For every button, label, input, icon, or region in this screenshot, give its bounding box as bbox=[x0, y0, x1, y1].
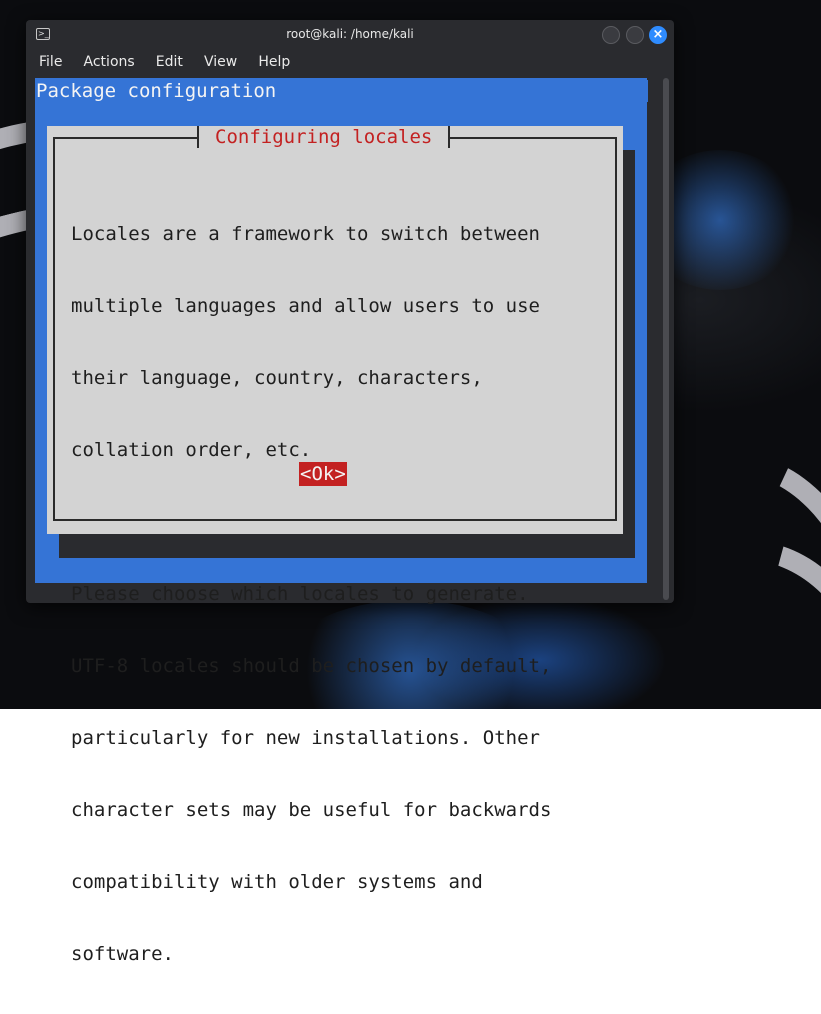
menu-edit[interactable]: Edit bbox=[148, 53, 191, 71]
dialog-line: multiple languages and allow users to us… bbox=[71, 295, 540, 317]
close-button[interactable]: × bbox=[649, 26, 667, 44]
dialog-line: Please choose which locales to generate. bbox=[71, 583, 529, 605]
menu-view[interactable]: View bbox=[196, 53, 245, 71]
dialog-line: software. bbox=[71, 943, 174, 965]
ok-button[interactable]: <Ok> bbox=[299, 462, 347, 486]
dialog-line: particularly for new installations. Othe… bbox=[71, 727, 540, 749]
menu-bar: File Actions Edit View Help bbox=[31, 51, 298, 73]
menu-actions[interactable]: Actions bbox=[76, 53, 143, 71]
menu-help[interactable]: Help bbox=[250, 53, 298, 71]
scrollbar[interactable] bbox=[663, 78, 669, 600]
dialog-line: collation order, etc. bbox=[71, 439, 312, 461]
maximize-button[interactable] bbox=[626, 26, 644, 44]
window-title: root@kali: /home/kali bbox=[286, 27, 414, 41]
terminal-area[interactable]: Package configuration Configuring locale… bbox=[35, 78, 648, 965]
dialog-line: character sets may be useful for backwar… bbox=[71, 799, 552, 821]
dialog-line: UTF-8 locales should be chosen by defaul… bbox=[71, 655, 552, 677]
dialog-message: Locales are a framework to switch betwee… bbox=[71, 174, 601, 1014]
menu-file[interactable]: File bbox=[31, 53, 70, 71]
minimize-button[interactable] bbox=[602, 26, 620, 44]
dialog-line: compatibility with older systems and bbox=[71, 871, 483, 893]
dialog-title: Configuring locales bbox=[197, 126, 451, 148]
terminal-window: >_ root@kali: /home/kali × File Actions … bbox=[26, 20, 674, 965]
dialog-line bbox=[71, 510, 601, 534]
locales-dialog: Configuring locales Locales are a framew… bbox=[47, 126, 623, 965]
title-bar[interactable]: >_ root@kali: /home/kali × bbox=[26, 20, 674, 50]
close-icon: × bbox=[652, 27, 664, 42]
dialog-line: Locales are a framework to switch betwee… bbox=[71, 223, 540, 245]
dialog-line: their language, country, characters, bbox=[71, 367, 483, 389]
package-configuration-header: Package configuration bbox=[35, 80, 648, 102]
